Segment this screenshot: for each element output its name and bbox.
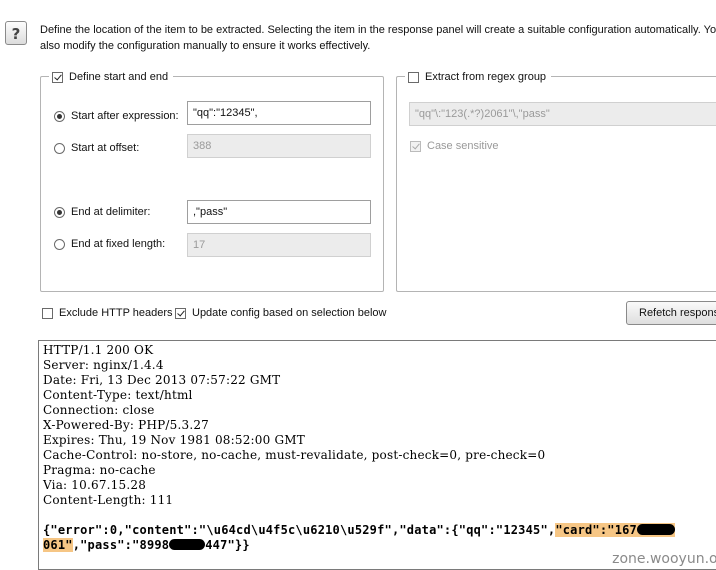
end-fixed-length-radio[interactable] [54,238,65,250]
exclude-headers-label: Exclude HTTP headers [59,307,173,319]
case-sensitive-label: Case sensitive [427,140,499,152]
intro-line-1: Define the location of the item to be ex… [40,24,716,36]
end-delimiter-label: End at delimiter: [71,206,151,218]
start-offset-label: Start at offset: [71,142,140,154]
update-config-option[interactable]: Update config based on selection below [175,307,386,319]
regex-group-legend[interactable]: Extract from regex group [405,69,552,85]
start-after-input[interactable]: "qq":"12345", [187,101,371,125]
header-line: Connection: close [43,403,155,417]
header-line: X-Powered-By: PHP/5.3.27 [43,418,210,432]
highlighted-selection[interactable]: "card":"167 [555,523,675,537]
regex-input[interactable]: "qq"\:"123(.*?)2061"\,"pass" [409,102,716,126]
exclude-headers-checkbox[interactable] [42,307,53,319]
header-line: Pragma: no-cache [43,463,156,477]
define-start-end-group: Define start and end Start after express… [40,69,384,292]
intro-line-2: also modify the configuration manually t… [40,40,371,52]
selection-start: "card":"167 [555,523,637,537]
end-fixed-length-input[interactable]: 17 [187,233,371,257]
regex-group: Extract from regex group "qq"\:"123(.*?)… [396,69,716,292]
header-line: Content-Type: text/html [43,388,193,402]
json-prefix: {"error":0,"content":"\u64cd\u4f5c\u6210… [43,523,556,537]
update-config-label: Update config based on selection below [192,307,387,319]
header-line: HTTP/1.1 200 OK [43,343,154,357]
end-delimiter-option[interactable]: End at delimiter: [54,206,150,218]
define-start-end-label: Define start and end [69,71,169,83]
header-line: Via: 10.67.15.28 [43,478,147,492]
regex-group-checkbox[interactable] [408,71,419,83]
refetch-response-button[interactable]: Refetch respons [626,301,716,325]
start-after-radio[interactable] [54,110,65,122]
intro-text: Define the location of the item to be ex… [40,22,716,54]
define-start-end-legend[interactable]: Define start and end [49,69,174,85]
redaction-mark [169,539,206,550]
watermark: zone.wooyun.org [609,551,716,567]
start-after-option[interactable]: Start after expression: [54,110,179,122]
end-fixed-length-label: End at fixed length: [71,238,166,250]
highlighted-selection-end[interactable]: 061" [43,538,73,552]
header-line: Server: nginx/1.4.4 [43,358,164,372]
start-offset-input[interactable]: 388 [187,134,371,158]
response-panel[interactable]: HTTP/1.1 200 OK Server: nginx/1.4.4 Date… [38,340,716,570]
exclude-headers-option[interactable]: Exclude HTTP headers [42,307,173,319]
header-line: Content-Length: 111 [43,493,174,507]
header-line: Expires: Thu, 19 Nov 1981 08:52:00 GMT [43,433,305,447]
json-body-line-1: {"error":0,"content":"\u64cd\u4f5c\u6210… [43,523,675,537]
json-suffix: 447"}} [205,538,250,552]
end-delimiter-radio[interactable] [54,206,65,218]
end-delimiter-input[interactable]: ,"pass" [187,200,371,224]
header-line: Cache-Control: no-store, no-cache, must-… [43,448,546,462]
case-sensitive-option[interactable]: Case sensitive [410,140,499,152]
header-line: Date: Fri, 13 Dec 2013 07:57:22 GMT [43,373,281,387]
update-config-checkbox[interactable] [175,307,186,319]
case-sensitive-checkbox[interactable] [410,140,421,152]
start-offset-option[interactable]: Start at offset: [54,142,139,154]
help-button[interactable]: ? [5,21,27,45]
regex-group-label: Extract from regex group [425,71,547,83]
define-start-end-checkbox[interactable] [52,71,63,83]
redaction-mark [636,524,675,535]
end-fixed-length-option[interactable]: End at fixed length: [54,238,165,250]
start-after-label: Start after expression: [71,110,179,122]
response-text[interactable]: HTTP/1.1 200 OK Server: nginx/1.4.4 Date… [39,341,716,555]
json-body-line-2: 061","pass":"8998 447"}} [43,538,250,552]
start-offset-radio[interactable] [54,142,65,154]
json-pass: ,"pass":"8998 [72,538,170,552]
